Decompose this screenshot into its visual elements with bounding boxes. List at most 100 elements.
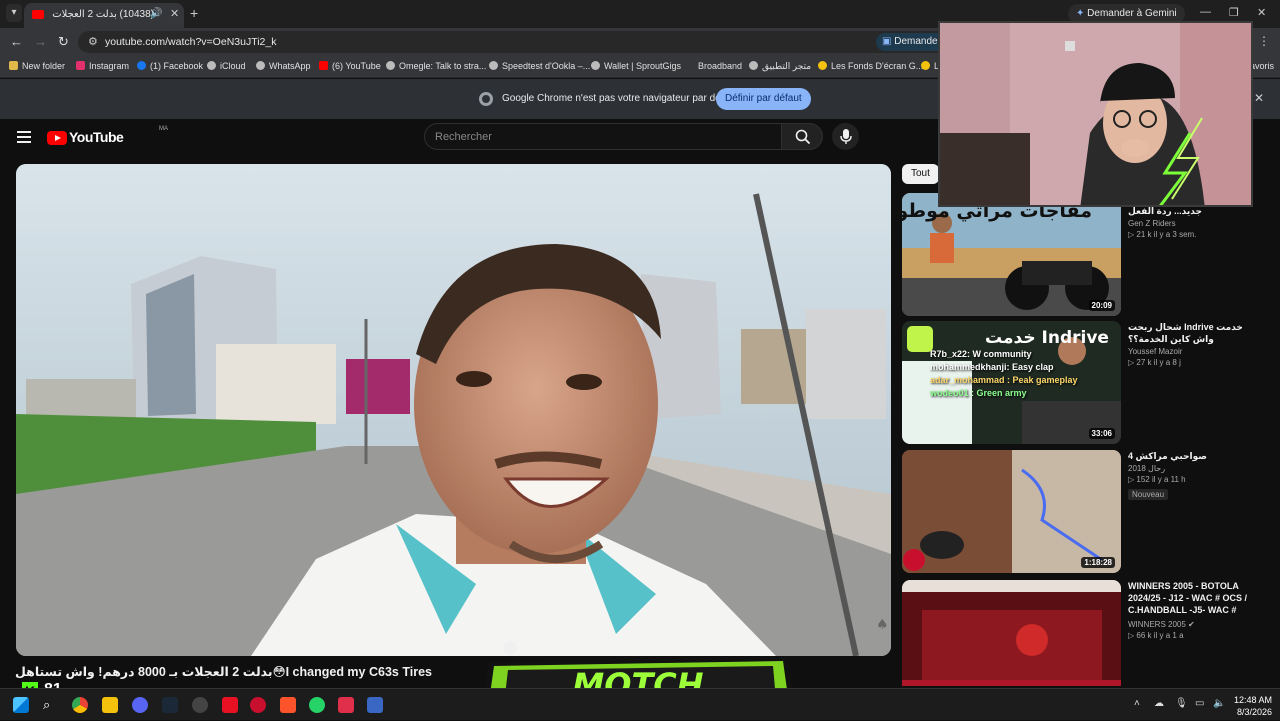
video-meta: ▷ 152 il y a 11 h	[1128, 475, 1186, 484]
volume-icon[interactable]: 🔈	[1213, 698, 1225, 709]
forward-arrow-icon[interactable]: →	[34, 34, 47, 49]
youtube-wordmark: YouTube	[69, 129, 124, 145]
recommendation-item[interactable]: WINNERS 2005 - BOTOLA 2024/25 - J12 - WA…	[902, 580, 1272, 686]
webcam-overlay	[938, 21, 1253, 207]
speaker-icon[interactable]: 🔊	[150, 8, 162, 19]
recommendation-item[interactable]: 1:18:28 صواحبي مراكش 4 رحال 2018 ▷ 152 i…	[902, 450, 1272, 574]
globe-icon	[749, 61, 758, 70]
bookmark-wallpapers[interactable]: Les Fonds D'écran G...	[818, 61, 923, 71]
chevron-up-icon[interactable]: ˄	[1134, 698, 1140, 709]
clock[interactable]: 12:48 AM 8/3/2026	[1234, 694, 1272, 718]
browser-menu-icon[interactable]: ⋮	[1258, 34, 1270, 48]
globe-icon	[207, 61, 216, 70]
steam-icon[interactable]	[162, 697, 178, 713]
bookmark-youtube[interactable]: (6) YouTube	[319, 61, 381, 71]
bookmark-label: avoris	[1250, 61, 1275, 71]
chat-line: R7b_x22: W community	[930, 349, 1032, 359]
tab-title: (10438) بدلت 2 العجلات بـ 0	[50, 9, 154, 20]
bookmark-label: Instagram	[89, 61, 130, 71]
video-duration: 1:18:28	[1081, 557, 1115, 568]
chip-all[interactable]: Tout	[902, 164, 939, 184]
globe-icon	[591, 61, 600, 70]
obs-icon[interactable]	[192, 697, 208, 713]
whatsapp-taskbar-icon[interactable]	[309, 697, 325, 713]
bookmark-favoris[interactable]: avoris	[1250, 61, 1274, 71]
app-red-icon[interactable]	[250, 697, 266, 713]
video-thumbnail[interactable]: مفاجآت مراتي موطور جديد 20:09	[902, 193, 1121, 316]
bookmark-whatsapp[interactable]: WhatsApp	[256, 61, 311, 71]
bookmark-label: Les Fonds D'écran G...	[831, 61, 924, 71]
channel-name[interactable]: Gen Z Riders	[1128, 219, 1248, 228]
channel-name[interactable]: Youssef Mazoir	[1128, 347, 1248, 356]
close-tab-icon[interactable]: ✕	[170, 7, 179, 20]
reload-icon[interactable]: ↻	[58, 34, 69, 50]
cloud-icon[interactable]: ☁	[1154, 698, 1164, 709]
youtube-app-icon[interactable]	[222, 697, 238, 713]
tab-search-menu-icon[interactable]: ▾	[6, 4, 22, 22]
close-infobar-icon[interactable]: ✕	[1254, 91, 1264, 105]
windows-start-icon[interactable]	[13, 697, 29, 713]
set-default-button[interactable]: Définir par défaut	[716, 88, 811, 110]
bookmark-label: (1) Facebook	[150, 61, 204, 71]
display-icon[interactable]: ▭	[1195, 698, 1204, 709]
gemini-button-label: Demander à Gemini	[1087, 8, 1177, 19]
bookmark-app-store[interactable]: متجر التطبيق	[749, 61, 811, 72]
search-button[interactable]	[781, 123, 823, 150]
video-player[interactable]: ♠	[16, 164, 891, 656]
video-title: بدلت 2 العجلات بـ 8000 درهم! واش تستاهل😳…	[15, 665, 432, 679]
ask-gemini-button[interactable]: ▣ Demander	[876, 33, 947, 51]
thumbnail-image	[902, 450, 1121, 573]
facebook-icon	[137, 61, 146, 70]
youtube-favicon-icon	[32, 10, 44, 19]
close-window-icon[interactable]: ✕	[1257, 6, 1266, 19]
microphone-tray-icon[interactable]: 🎙	[1175, 698, 1188, 709]
active-tab[interactable]: (10438) بدلت 2 العجلات بـ 0 🔊 ✕	[24, 3, 184, 28]
recommendation-title[interactable]: صواحبي مراكش 4	[1128, 450, 1248, 462]
bookmark-facebook[interactable]: (1) Facebook	[137, 61, 203, 71]
bookmark-icloud[interactable]: iCloud	[207, 61, 246, 71]
search-icon[interactable]: ⌕	[43, 697, 59, 713]
thumbnail-image	[902, 580, 1121, 686]
site-info-icon[interactable]: ⚙	[88, 35, 98, 48]
bookmark-label: (6) YouTube	[332, 61, 381, 71]
video-thumbnail[interactable]: 1:18:28	[902, 450, 1121, 573]
chrome-taskbar-icon[interactable]	[72, 697, 88, 713]
recommendation-title[interactable]: خدمت Indrive شحال ربحت واش كاين الخدمة؟؟	[1128, 321, 1248, 345]
gemini-icon: ✦	[1076, 8, 1085, 19]
back-arrow-icon[interactable]: ←	[10, 34, 23, 49]
brave-icon[interactable]	[280, 697, 296, 713]
instagram-icon	[76, 61, 85, 70]
new-badge: Nouveau	[1128, 489, 1169, 500]
recommendation-item[interactable]: مفاجآت مراتي موطور جديد 20:09 ضريب مارات…	[902, 193, 1272, 317]
smiley-icon	[818, 61, 827, 70]
video-thumbnail[interactable]	[902, 580, 1121, 686]
search-box[interactable]	[424, 123, 782, 150]
restore-icon[interactable]: ❐	[1229, 6, 1239, 19]
bookmark-speedtest[interactable]: Speedtest d'Ookla –...	[489, 61, 590, 71]
chat-line: adar_mohammad : Peak gameplay	[930, 375, 1078, 385]
new-tab-button[interactable]: +	[190, 5, 198, 21]
bookmark-instagram[interactable]: Instagram	[76, 61, 129, 71]
discord-icon[interactable]	[132, 697, 148, 713]
bookmark-label: iCloud	[220, 61, 246, 71]
speedtest-icon	[489, 61, 498, 70]
channel-name[interactable]: WINNERS 2005 ✔	[1128, 620, 1248, 629]
file-explorer-icon[interactable]	[102, 697, 118, 713]
folder-icon	[9, 61, 18, 70]
bookmark-new-folder[interactable]: New folder	[9, 61, 65, 71]
minimize-icon[interactable]: —	[1200, 6, 1211, 18]
search-input[interactable]	[435, 129, 765, 145]
windows-taskbar: ⌕ ˄ ☁ 🎙 ▭ 🔈 12:48 AM 8/3/2026	[0, 688, 1280, 720]
bookmark-omegle[interactable]: Omegle: Talk to stra...	[386, 61, 486, 71]
bookmark-sproutgigs[interactable]: Wallet | SproutGigs	[591, 61, 681, 71]
video-duration: 20:09	[1088, 300, 1115, 311]
app-triangle-icon[interactable]	[338, 697, 354, 713]
voice-search-button[interactable]	[832, 123, 859, 150]
bookmark-broadband[interactable]: Broadband	[698, 61, 742, 71]
menu-icon[interactable]	[17, 131, 31, 146]
app-blue-icon[interactable]	[367, 697, 383, 713]
recommendation-title[interactable]: WINNERS 2005 - BOTOLA 2024/25 - J12 - WA…	[1128, 580, 1248, 618]
channel-name[interactable]: رحال 2018	[1128, 464, 1248, 473]
bookmark-label: WhatsApp	[269, 61, 311, 71]
globe-icon	[256, 61, 265, 70]
